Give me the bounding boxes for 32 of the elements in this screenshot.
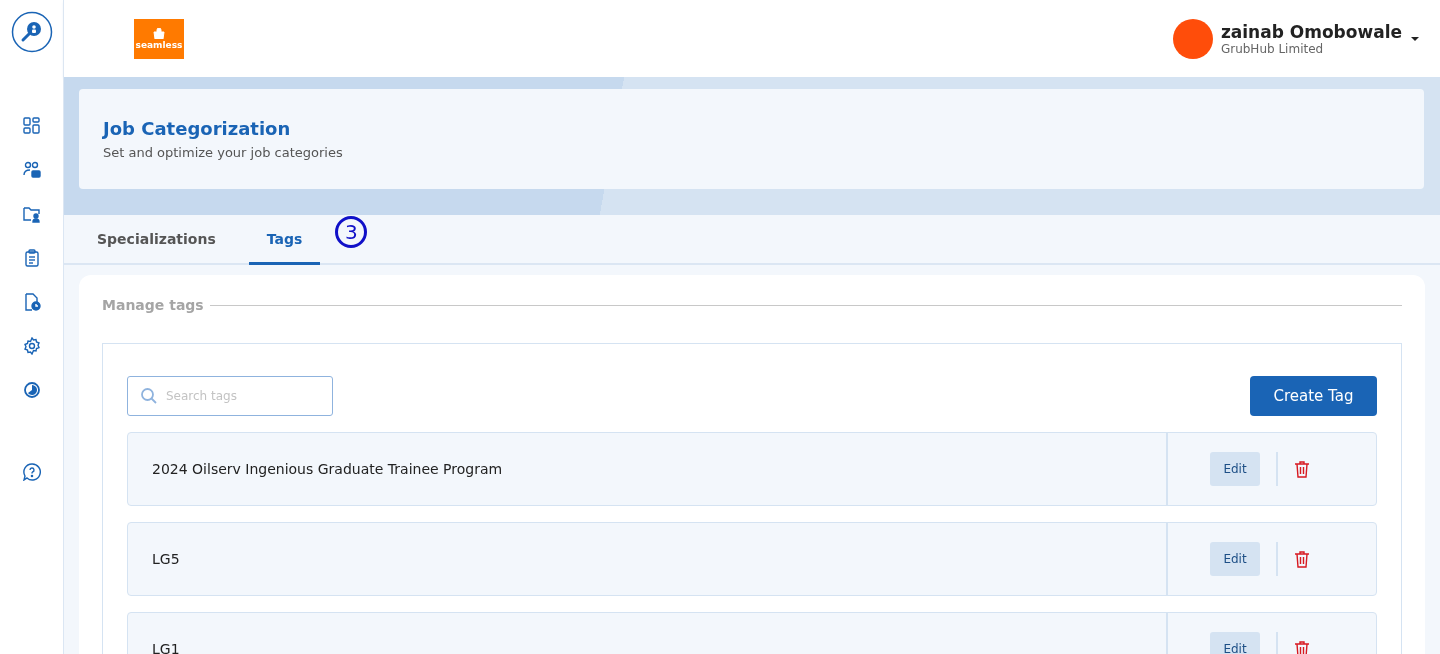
document-clock-icon[interactable]: [22, 293, 41, 311]
delete-icon[interactable]: [1294, 640, 1310, 654]
search-person-logo-icon[interactable]: [10, 11, 53, 53]
create-tag-button[interactable]: Create Tag: [1250, 376, 1377, 416]
search-field[interactable]: Search tags: [127, 376, 333, 416]
tag-name: LG5: [128, 523, 1168, 595]
page-subtitle: Set and optimize your job categories: [103, 145, 344, 160]
tab[interactable]: Tags: [248, 215, 321, 265]
user-name: zainab Omobowale: [1220, 21, 1402, 42]
annotation-number: 3: [335, 216, 368, 248]
company-name: GrubHub Limited: [1220, 41, 1325, 56]
delete-icon[interactable]: [1294, 460, 1310, 478]
pie-chart-icon[interactable]: [22, 381, 41, 399]
dashboard-icon[interactable]: [22, 117, 41, 135]
edit-button[interactable]: Edit: [1210, 452, 1260, 486]
clipboard-icon[interactable]: [22, 249, 41, 267]
edit-button[interactable]: Edit: [1210, 632, 1260, 654]
folder-person-icon[interactable]: [22, 205, 41, 223]
people-briefcase-icon[interactable]: [22, 161, 41, 179]
logo-text: seamless: [135, 40, 183, 50]
bag-icon: [153, 27, 165, 39]
help-icon[interactable]: [22, 463, 41, 481]
caret-icon[interactable]: [1410, 35, 1420, 42]
tag-name: LG1: [128, 613, 1168, 654]
page-title: Job Categorization: [103, 118, 292, 139]
section-title: Manage tags: [102, 297, 204, 313]
tab[interactable]: Specializations: [79, 215, 234, 265]
edit-button[interactable]: Edit: [1210, 542, 1260, 576]
delete-icon[interactable]: [1294, 550, 1310, 568]
avatar[interactable]: [1172, 18, 1213, 59]
settings-icon[interactable]: [22, 337, 41, 355]
tag-name: 2024 Oilserv Ingenious Graduate Trainee Program: [128, 433, 1168, 505]
